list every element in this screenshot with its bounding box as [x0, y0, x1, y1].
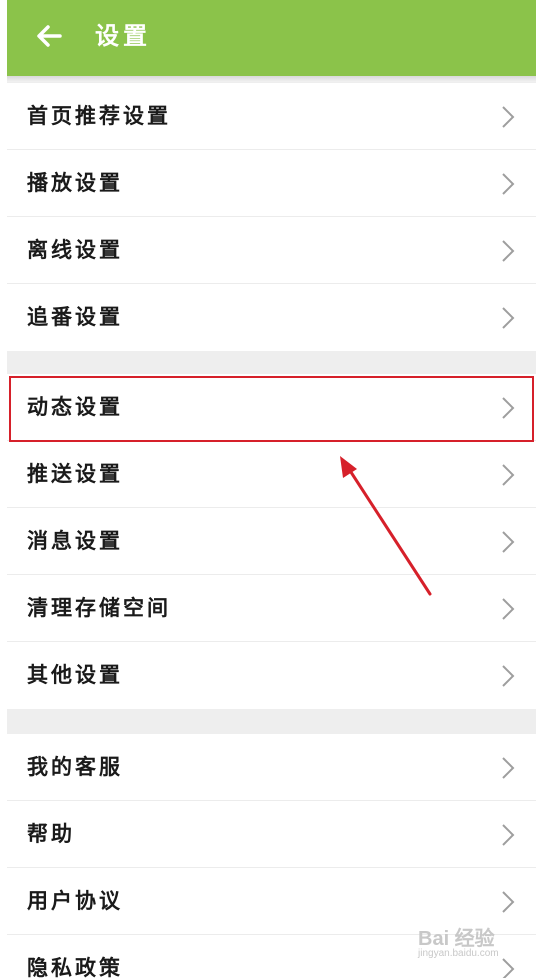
chevron-right-icon	[502, 240, 515, 262]
chevron-right-icon	[502, 307, 515, 329]
settings-item-follow-anime[interactable]: 追番设置	[7, 284, 536, 351]
settings-item-label: 播放设置	[27, 170, 123, 195]
settings-group-notifications: 动态设置 推送设置 消息设置 清理存储空间 其他设置	[7, 374, 536, 709]
settings-item-dynamic[interactable]: 动态设置	[7, 374, 536, 441]
settings-item-user-agreement[interactable]: 用户协议	[7, 868, 536, 935]
settings-item-label: 我的客服	[27, 754, 123, 779]
chevron-right-icon	[502, 665, 515, 687]
arrow-left-icon	[37, 25, 62, 47]
settings-item-label: 首页推荐设置	[27, 103, 171, 128]
chevron-right-icon	[502, 464, 515, 486]
back-button[interactable]	[31, 18, 67, 54]
settings-item-label: 清理存储空间	[27, 595, 171, 620]
settings-item-label: 隐私政策	[27, 955, 123, 978]
settings-item-offline[interactable]: 离线设置	[7, 217, 536, 284]
settings-item-label: 离线设置	[27, 237, 123, 262]
chevron-right-icon	[502, 598, 515, 620]
settings-item-customer-service[interactable]: 我的客服	[7, 734, 536, 801]
settings-item-label: 推送设置	[27, 461, 123, 486]
settings-item-label: 追番设置	[27, 304, 123, 329]
settings-item-label: 用户协议	[27, 888, 123, 913]
settings-group-support: 我的客服 帮助 用户协议 隐私政策	[7, 734, 536, 978]
settings-item-push[interactable]: 推送设置	[7, 441, 536, 508]
settings-item-other[interactable]: 其他设置	[7, 642, 536, 709]
settings-item-label: 动态设置	[27, 394, 123, 419]
settings-item-label: 帮助	[27, 821, 75, 846]
settings-screen: 设置 首页推荐设置 播放设置 离线设置 追番设置 动态设置 推送设置 消息设置 …	[7, 0, 536, 978]
settings-item-help[interactable]: 帮助	[7, 801, 536, 868]
settings-item-label: 消息设置	[27, 528, 123, 553]
settings-item-homepage-recommend[interactable]: 首页推荐设置	[7, 83, 536, 150]
chevron-right-icon	[502, 757, 515, 779]
chevron-right-icon	[502, 173, 515, 195]
chevron-right-icon	[502, 531, 515, 553]
chevron-right-icon	[502, 106, 515, 128]
chevron-right-icon	[502, 397, 515, 419]
chevron-right-icon	[502, 891, 515, 913]
header-shadow	[7, 76, 536, 82]
settings-item-privacy-policy[interactable]: 隐私政策	[7, 935, 536, 978]
settings-item-label: 其他设置	[27, 662, 123, 687]
chevron-right-icon	[502, 824, 515, 846]
settings-item-clear-storage[interactable]: 清理存储空间	[7, 575, 536, 642]
chevron-right-icon	[502, 958, 515, 978]
settings-item-messages[interactable]: 消息设置	[7, 508, 536, 575]
settings-item-playback[interactable]: 播放设置	[7, 150, 536, 217]
app-header: 设置	[7, 0, 536, 76]
settings-group-general: 首页推荐设置 播放设置 离线设置 追番设置	[7, 83, 536, 351]
page-title: 设置	[95, 21, 151, 50]
screenshot-frame: 设置 首页推荐设置 播放设置 离线设置 追番设置 动态设置 推送设置 消息设置 …	[0, 0, 544, 978]
